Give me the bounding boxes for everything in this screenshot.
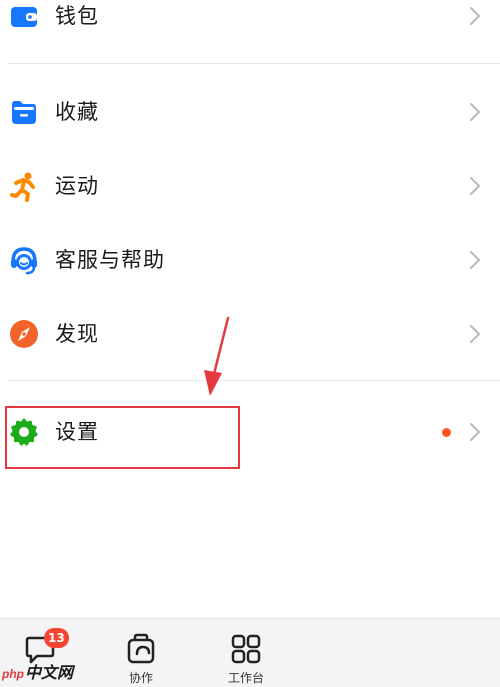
menu-item-label: 钱包 <box>55 4 99 28</box>
menu-item-label: 客服与帮助 <box>55 248 165 272</box>
watermark: php中文网 <box>2 664 73 684</box>
menu-item-wallet[interactable]: 钱包 <box>0 0 500 46</box>
chevron-right-icon <box>468 175 482 197</box>
chevron-right-icon <box>468 421 482 443</box>
tab-label: 工作台 <box>227 671 264 685</box>
watermark-prefix: php <box>2 667 24 681</box>
menu-item-label: 收藏 <box>55 100 99 124</box>
tab-collaborate[interactable]: 协作 <box>101 619 181 687</box>
menu-item-support[interactable]: 客服与帮助 <box>0 230 500 290</box>
tab-workbench[interactable]: 工作台 <box>206 619 286 687</box>
chevron-right-icon <box>468 323 482 345</box>
menu-item-label: 运动 <box>55 174 99 198</box>
watermark-text: 中文网 <box>25 665 74 682</box>
menu-item-label: 发现 <box>55 322 99 346</box>
chevron-right-icon <box>468 249 482 271</box>
annotation-highlight-box <box>5 406 240 469</box>
wallet-icon <box>8 0 40 32</box>
grid-icon <box>229 632 263 666</box>
headset-icon <box>8 244 40 276</box>
chevron-right-icon <box>468 101 482 123</box>
running-person-icon <box>8 170 40 202</box>
compass-icon <box>8 318 40 350</box>
menu-item-favorites[interactable]: 收藏 <box>0 82 500 142</box>
menu-item-sports[interactable]: 运动 <box>0 156 500 216</box>
menu-item-discover[interactable]: 发现 <box>0 304 500 364</box>
bottom-tab-bar: 13 协作 工作台 <box>0 618 500 687</box>
folder-icon <box>8 96 40 128</box>
divider <box>8 63 500 64</box>
tab-label: 协作 <box>128 671 153 685</box>
new-indicator-dot <box>442 428 451 437</box>
unread-count-badge: 13 <box>44 628 69 648</box>
chevron-right-icon <box>468 5 482 27</box>
divider <box>8 380 500 381</box>
collaborate-icon <box>124 632 158 666</box>
